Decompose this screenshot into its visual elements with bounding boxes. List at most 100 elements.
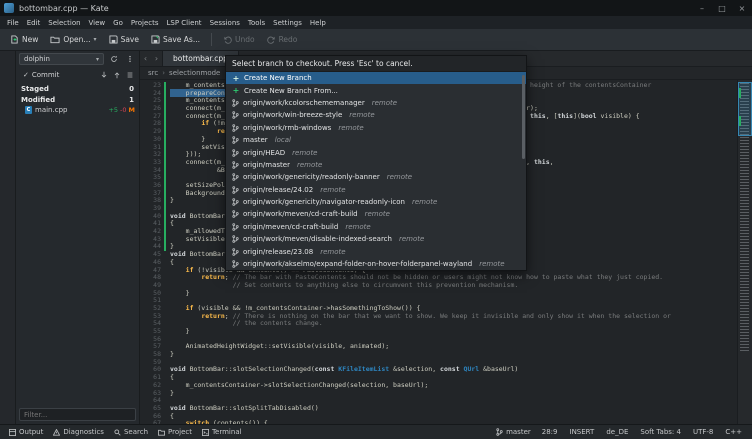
new-button[interactable]: New [4,32,44,47]
project-selector[interactable]: dolphin ▾ [19,53,104,65]
branch-label: origin/release/23.08 [243,248,313,256]
branch-item-origin-work-rmb-windows[interactable]: origin/work/rmb-windowsremote [226,122,526,134]
branch-item-master[interactable]: masterlocal [226,134,526,146]
popup-item-create-new-branch[interactable]: + Create New Branch [226,72,526,84]
code-line: 60void BottomBar::slotSelectionChanged(c… [140,366,752,374]
popup-scrollbar[interactable] [522,75,525,159]
staged-section[interactable]: Staged 0 [16,83,139,94]
menu-lsp-client[interactable]: LSP Client [163,19,206,27]
menu-help[interactable]: Help [306,19,330,27]
cursor-position[interactable]: 28:9 [536,428,564,436]
branch-item-origin-work-kcolorschememanager[interactable]: origin/work/kcolorschememanagerremote [226,97,526,109]
code-text: // Set contents to anything else to circ… [166,282,518,290]
minimize-button[interactable]: – [692,0,712,16]
branch-label: origin/master [243,161,290,169]
toolbar-separator [211,33,212,46]
save-as-button[interactable]: Save As... [145,32,206,47]
branch-item-origin-work-meven-disable-indexed-search[interactable]: origin/work/meven/disable-indexed-search… [226,233,526,245]
git-push-icon[interactable] [110,69,123,81]
titlebar: bottombar.cpp — Kate – □ × [0,0,752,16]
branch-item-origin-release-23-08[interactable]: origin/release/23.08remote [226,245,526,257]
maximize-button[interactable]: □ [712,0,732,16]
cpp-file-icon: C [25,106,32,114]
branch-icon [232,99,239,107]
redo-icon [267,35,276,44]
filter-input[interactable] [19,408,136,421]
tab-scroll-left-icon[interactable]: ‹ [140,51,151,66]
panel-options-icon[interactable] [123,53,136,65]
code-text: } [166,390,174,398]
branch-scope: remote [338,124,363,132]
menu-sessions[interactable]: Sessions [206,19,244,27]
terminal-toggle[interactable]: Terminal [197,428,247,436]
menu-edit[interactable]: Edit [23,19,45,27]
refresh-icon[interactable] [107,53,120,65]
branch-item-origin-work-meven-cd-craft-build[interactable]: origin/work/meven/cd-craft-buildremote [226,208,526,220]
branch-scope: remote [412,198,437,206]
branch-icon [232,124,239,132]
tab-settings[interactable]: Soft Tabs: 4 [634,428,687,436]
menu-go[interactable]: Go [109,19,127,27]
branch-scope: remote [387,173,412,181]
modified-section[interactable]: Modified 1 [16,94,139,105]
git-branch-indicator[interactable]: master [491,428,536,436]
branch-scope: remote [399,235,424,243]
branch-scope: remote [292,149,317,157]
branch-item-origin-work-akselmo-expand-folder-on-hover-folderpanel-wayland[interactable]: origin/work/akselmo/expand-folder-on-hov… [226,258,526,270]
code-line: 50 } [140,290,752,298]
terminal-icon [202,429,209,436]
branch-item-origin-work-win-breeze-style[interactable]: origin/work/win-breeze-styleremote [226,109,526,121]
breadcrumb-selectionmode[interactable]: selectionmode [169,69,220,77]
branch-item-origin-meven-cd-craft-build[interactable]: origin/meven/cd-craft-buildremote [226,221,526,233]
menu-selection[interactable]: Selection [44,19,84,27]
branch-item-origin-work-genericity-readonly-banner[interactable]: origin/work/genericity/readonly-bannerre… [226,171,526,183]
statusbar: Output Diagnostics Search Project Termin… [0,424,752,439]
open-button[interactable]: Open... ▾ [44,32,102,47]
save-button[interactable]: Save [103,32,145,47]
output-toggle[interactable]: Output [4,428,48,436]
staged-count: 0 [129,85,134,93]
menu-view[interactable]: View [85,19,110,27]
git-log-icon[interactable] [123,69,136,81]
branch-label: Create New Branch [244,74,312,82]
save-icon [109,35,118,44]
git-pull-icon[interactable] [97,69,110,81]
breadcrumb-src[interactable]: src [148,69,158,77]
redo-button[interactable]: Redo [261,32,304,47]
project-toggle[interactable]: Project [153,428,197,436]
branch-scope: remote [479,260,504,268]
menu-settings[interactable]: Settings [269,19,306,27]
kate-window: bottombar.cpp — Kate – □ × FileEditSelec… [0,0,752,439]
dictionary-locale[interactable]: de_DE [600,428,634,436]
modified-file-row[interactable]: C main.cpp +5 -0 M [16,105,139,115]
diagnostics-toggle[interactable]: Diagnostics [48,428,109,436]
lines-removed: -0 [120,106,126,114]
branch-item-origin-release-24-02[interactable]: origin/release/24.02remote [226,184,526,196]
code-text: void BottomBar::slotSplitTabDisabled() [166,405,319,413]
open-dropdown-caret[interactable]: ▾ [94,36,97,43]
popup-item-create-new-branch-from[interactable]: +Create New Branch From... [226,84,526,96]
menu-projects[interactable]: Projects [127,19,163,27]
code-line: 65void BottomBar::slotSplitTabDisabled() [140,405,752,413]
branch-icon [232,260,239,268]
menu-file[interactable]: File [3,19,23,27]
syntax-mode[interactable]: C++ [719,428,748,436]
menu-tools[interactable]: Tools [244,19,269,27]
code-text: void BottomBar::slotSelectionChanged(con… [166,366,518,374]
minimap-scrollbar[interactable] [737,80,752,424]
branch-label: origin/work/meven/cd-craft-build [243,210,358,218]
branch-item-origin-master[interactable]: origin/masterremote [226,159,526,171]
encoding[interactable]: UTF-8 [687,428,719,436]
branch-icon [232,161,239,169]
tab-scroll-right-icon[interactable]: › [151,51,162,66]
search-toggle[interactable]: Search [109,428,153,436]
commit-button[interactable]: ✓ Commit [19,70,63,80]
plus-icon: + [232,74,240,83]
code-text: } [166,328,190,336]
close-button[interactable]: × [732,0,752,16]
branch-item-origin-work-genericity-navigator-readonly-icon[interactable]: origin/work/genericity/navigator-readonl… [226,196,526,208]
undo-button[interactable]: Undo [217,32,261,47]
branch-item-origin-head[interactable]: origin/HEADremote [226,146,526,158]
input-mode[interactable]: INSERT [564,428,601,436]
branch-icon [232,111,239,119]
